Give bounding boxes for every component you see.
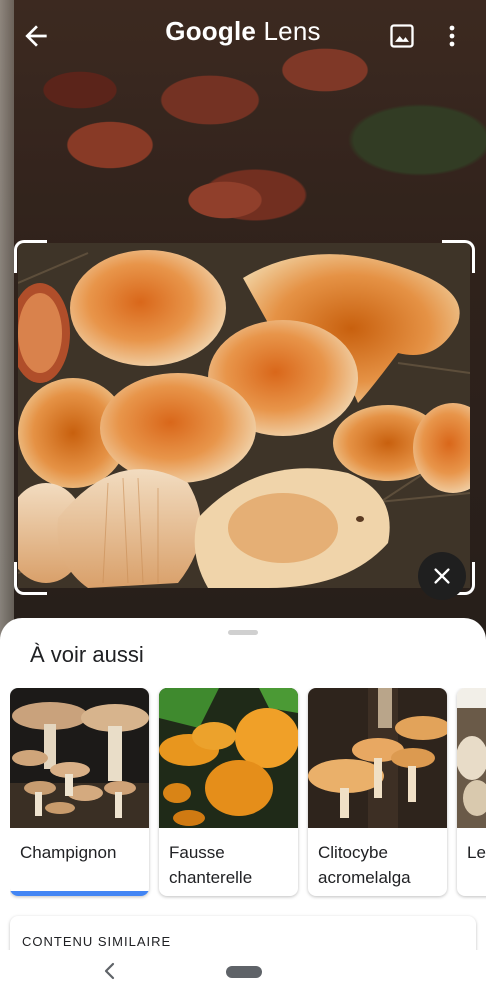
selected-region[interactable] [18,243,470,588]
more-vert-icon [449,25,455,47]
result-card-champignon[interactable]: Champignon [10,688,149,896]
logo-lens: Lens [263,16,321,46]
result-card-fausse-chanterelle[interactable]: Fausse chanterelle [159,688,298,896]
close-icon [434,568,450,584]
selected-mushroom-photo [18,243,470,588]
logo-google: Google [165,16,257,46]
more-options-button[interactable] [440,20,464,52]
selection-corner-top-left[interactable] [14,240,47,273]
selection-corner-top-right[interactable] [442,240,475,273]
chevron-left-icon [104,962,115,980]
top-bar: Google Lens [0,0,486,72]
result-card-partial[interactable]: Le [457,688,486,896]
sheet-drag-handle[interactable] [228,630,258,635]
system-nav-bar [0,950,486,1000]
close-selection-button[interactable] [418,552,466,600]
similar-content-header: CONTENU SIMILAIRE [22,934,172,949]
nav-home-pill[interactable] [226,966,262,978]
result-card-label: Champignon [20,843,117,862]
gallery-button[interactable] [388,22,416,50]
result-card-clitocybe-acromelalga[interactable]: Clitocybe acromelalga [308,688,447,896]
result-card-label: Clitocybe acromelalga [318,843,411,887]
selection-corner-bottom-left[interactable] [14,562,47,595]
result-card-label: Fausse chanterelle [169,843,253,887]
result-thumbnail [308,688,447,828]
results-sheet[interactable]: À voir aussi Champignon Fausse chanterel… [0,618,486,1000]
result-card-label: Le [467,843,486,862]
result-thumbnail [10,688,149,828]
section-title: À voir aussi [30,642,144,667]
result-thumbnail [159,688,298,828]
selected-indicator [10,891,149,896]
image-gallery-icon [390,24,414,48]
nav-back-button[interactable] [100,960,120,982]
results-carousel[interactable]: Champignon Fausse chanterelle Clitocybe … [10,688,486,900]
result-thumbnail [457,688,486,828]
